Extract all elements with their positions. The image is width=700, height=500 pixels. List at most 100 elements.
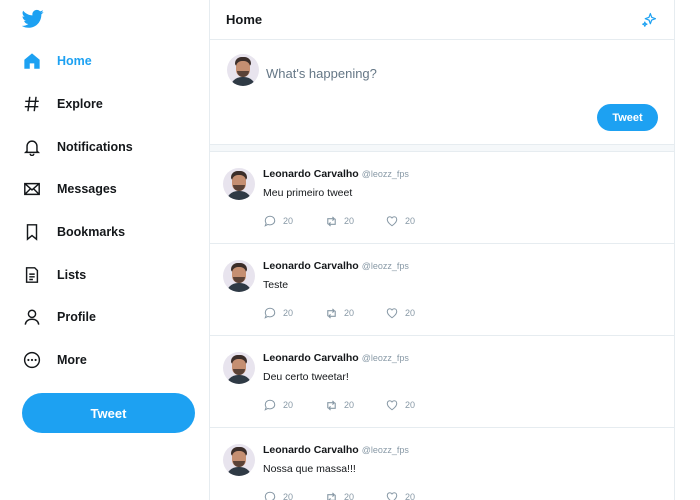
tweet-meta: Leonardo Carvalho @leozz_fps (263, 444, 409, 456)
sidebar-item-label: Bookmarks (57, 225, 126, 240)
retweet-count: 20 (344, 400, 355, 410)
avatar[interactable] (223, 444, 255, 476)
retweet-count: 20 (344, 216, 355, 226)
sidebar-item-explore[interactable]: Explore (22, 83, 202, 126)
person-icon (22, 307, 42, 327)
retweet-button[interactable]: 20 (324, 398, 385, 412)
avatar[interactable] (227, 54, 259, 86)
home-icon (22, 51, 42, 71)
like-button[interactable]: 20 (385, 306, 446, 320)
sidebar-item-home[interactable]: Home (22, 40, 202, 83)
tweet-meta: Leonardo Carvalho @leozz_fps (263, 168, 409, 180)
tweet-text: Deu certo tweetar! (263, 371, 349, 383)
tweet-meta: Leonardo Carvalho @leozz_fps (263, 352, 409, 364)
author-handle: @leozz_fps (361, 261, 409, 271)
sidebar: Home Explore Notifications Messages Book… (0, 0, 210, 500)
tweet-actions: 20 20 20 (263, 398, 446, 412)
reply-count: 20 (283, 308, 294, 318)
compose-tweet-button[interactable]: Tweet (597, 104, 658, 131)
reply-icon (263, 398, 277, 412)
bell-icon (22, 137, 42, 157)
sidebar-item-messages[interactable]: Messages (22, 168, 202, 211)
tweet-item[interactable]: Leonardo Carvalho @leozz_fps Nossa que m… (210, 428, 674, 500)
author-name[interactable]: Leonardo Carvalho (263, 352, 359, 364)
sidebar-item-label: More (57, 353, 87, 368)
tweet-actions: 20 20 20 (263, 490, 446, 500)
like-count: 20 (405, 216, 416, 226)
hashtag-icon (22, 94, 42, 114)
reply-icon (263, 214, 277, 228)
reply-button[interactable]: 20 (263, 490, 324, 500)
sidebar-item-profile[interactable]: Profile (22, 296, 202, 339)
twitter-bird-icon[interactable] (21, 9, 44, 29)
tweet-actions: 20 20 20 (263, 214, 446, 228)
author-handle: @leozz_fps (361, 169, 409, 179)
envelope-icon (22, 179, 42, 199)
retweet-icon (324, 214, 338, 228)
compose-input[interactable] (266, 62, 646, 84)
sidebar-item-label: Messages (57, 182, 117, 197)
retweet-icon (324, 398, 338, 412)
sidebar-item-label: Lists (57, 267, 87, 282)
heart-icon (385, 398, 399, 412)
bookmark-icon (22, 222, 42, 242)
avatar[interactable] (223, 352, 255, 384)
tweet-text: Teste (263, 279, 289, 291)
reply-button[interactable]: 20 (263, 214, 324, 228)
page-title: Home (226, 12, 263, 27)
sidebar-item-lists[interactable]: Lists (22, 253, 202, 296)
tweet-text: Meu primeiro tweet (263, 187, 353, 199)
retweet-count: 20 (344, 308, 355, 318)
retweet-icon (324, 306, 338, 320)
like-button[interactable]: 20 (385, 490, 446, 500)
reply-icon (263, 306, 277, 320)
sidebar-item-bookmarks[interactable]: Bookmarks (22, 211, 202, 254)
retweet-icon (324, 490, 338, 500)
reply-count: 20 (283, 216, 294, 226)
reply-button[interactable]: 20 (263, 306, 324, 320)
feed-divider (210, 144, 674, 152)
author-handle: @leozz_fps (361, 445, 409, 455)
heart-icon (385, 490, 399, 500)
retweet-button[interactable]: 20 (324, 490, 385, 500)
sidebar-item-label: Profile (57, 310, 96, 325)
list-icon (22, 265, 42, 285)
tweet-item[interactable]: Leonardo Carvalho @leozz_fps Meu primeir… (210, 152, 674, 244)
retweet-button[interactable]: 20 (324, 306, 385, 320)
like-count: 20 (405, 492, 416, 500)
compose-box: Tweet (210, 40, 674, 144)
tweet-text: Nossa que massa!!! (263, 463, 356, 475)
author-name[interactable]: Leonardo Carvalho (263, 168, 359, 180)
author-name[interactable]: Leonardo Carvalho (263, 444, 359, 456)
sidebar-tweet-button[interactable]: Tweet (22, 393, 195, 433)
tweet-item[interactable]: Leonardo Carvalho @leozz_fps Teste 20 20… (210, 244, 674, 336)
tweet-item[interactable]: Leonardo Carvalho @leozz_fps Deu certo t… (210, 336, 674, 428)
avatar[interactable] (223, 260, 255, 292)
more-circle-icon (22, 350, 42, 370)
sidebar-item-label: Home (57, 54, 92, 69)
timeline-header: Home (210, 0, 674, 40)
primary-nav: Home Explore Notifications Messages Book… (22, 40, 202, 382)
sidebar-item-notifications[interactable]: Notifications (22, 125, 202, 168)
sidebar-item-label: Notifications (57, 139, 133, 154)
author-handle: @leozz_fps (361, 353, 409, 363)
tweet-actions: 20 20 20 (263, 306, 446, 320)
avatar[interactable] (223, 168, 255, 200)
sidebar-item-label: Explore (57, 97, 103, 112)
tweet-feed: Leonardo Carvalho @leozz_fps Meu primeir… (210, 152, 674, 500)
like-count: 20 (405, 400, 416, 410)
heart-icon (385, 214, 399, 228)
author-name[interactable]: Leonardo Carvalho (263, 260, 359, 272)
reply-count: 20 (283, 400, 294, 410)
like-count: 20 (405, 308, 416, 318)
retweet-button[interactable]: 20 (324, 214, 385, 228)
sparkle-icon[interactable] (640, 11, 658, 29)
like-button[interactable]: 20 (385, 398, 446, 412)
heart-icon (385, 306, 399, 320)
reply-button[interactable]: 20 (263, 398, 324, 412)
reply-count: 20 (283, 492, 294, 500)
retweet-count: 20 (344, 492, 355, 500)
like-button[interactable]: 20 (385, 214, 446, 228)
sidebar-item-more[interactable]: More (22, 339, 202, 382)
reply-icon (263, 490, 277, 500)
